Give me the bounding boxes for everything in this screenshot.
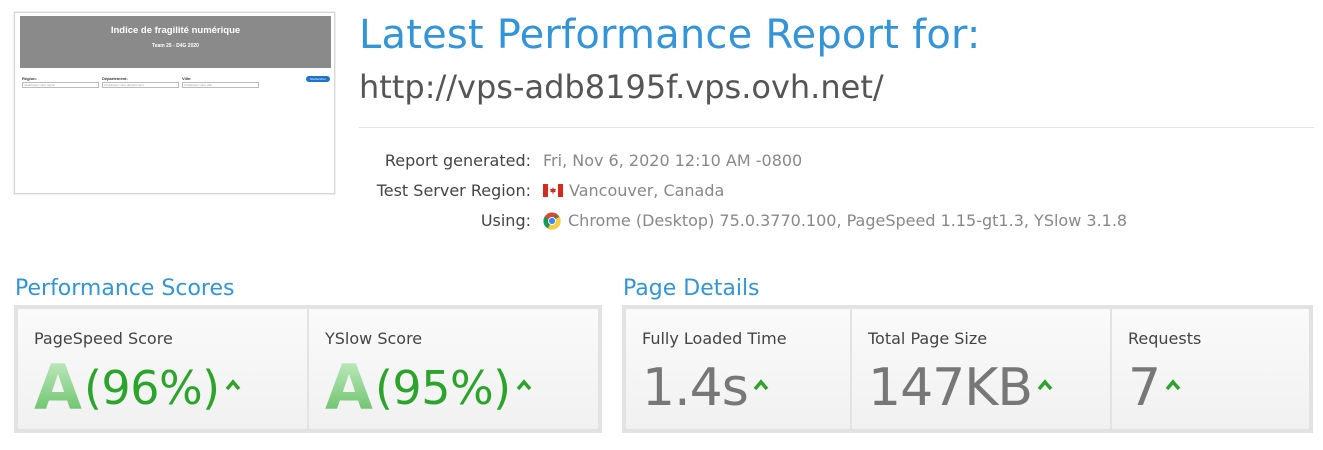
pagespeed-score-card: PageSpeed Score A (96%) <box>18 309 307 429</box>
meta-report-generated: Report generated: Fri, Nov 6, 2020 12:10… <box>359 151 1314 173</box>
chevron-up-icon <box>753 379 769 391</box>
yslow-score-value: A (95%) <box>325 355 532 421</box>
requests-value: 7 <box>1128 355 1181 421</box>
meta-label: Test Server Region: <box>376 181 531 200</box>
fully-loaded-time-card: Fully Loaded Time 1.4s <box>626 309 850 429</box>
page-details-heading: Page Details <box>623 276 760 301</box>
region-name: Vancouver, Canada <box>569 181 725 200</box>
thumbnail-field-box: Choisissez votre ville <box>182 82 259 88</box>
load-time: 1.4s <box>642 358 749 418</box>
total-page-size-value: 147KB <box>868 355 1053 421</box>
meta-using: Using: Chrome (Desktop) 75.0.3770.100, P… <box>359 211 1314 233</box>
fully-loaded-time-value: 1.4s <box>642 355 769 421</box>
requests-label: Requests <box>1128 329 1202 348</box>
total-page-size-card: Total Page Size 147KB <box>852 309 1110 429</box>
page-details-panel: Fully Loaded Time 1.4s Total Page Size 1… <box>622 305 1313 433</box>
thumbnail-field-label: Région: <box>22 76 37 81</box>
pagespeed-percent: (96%) <box>83 361 220 415</box>
page-screenshot-thumbnail: Indice de fragilité numérique Team 25 - … <box>14 12 335 194</box>
request-count: 7 <box>1128 358 1161 418</box>
meta-label: Report generated: <box>384 151 531 170</box>
thumbnail-field-region: Région: Choisissez votre région <box>22 76 99 88</box>
thumbnail-field-box: Choisissez votre région <box>22 82 99 88</box>
page-size: 147KB <box>868 358 1033 418</box>
chevron-up-icon <box>516 379 531 391</box>
yslow-score-card: YSlow Score A (95%) <box>309 309 598 429</box>
thumbnail-field-box: Choisissez votre département <box>102 82 179 88</box>
thumbnail-title: Indice de fragilité numérique <box>110 25 241 36</box>
pagespeed-score-label: PageSpeed Score <box>34 329 173 348</box>
browser-info: Chrome (Desktop) 75.0.3770.100, PageSpee… <box>568 211 1128 230</box>
yslow-score-label: YSlow Score <box>325 329 423 348</box>
meta-value: Chrome (Desktop) 75.0.3770.100, PageSpee… <box>543 211 1127 230</box>
chevron-up-icon <box>225 379 240 391</box>
total-page-size-label: Total Page Size <box>868 329 988 348</box>
thumbnail-subtitle: Team 25 - D4G 2020 <box>152 43 199 49</box>
report-title: Latest Performance Report for: <box>359 12 981 58</box>
pagespeed-score-value: A (96%) <box>34 355 241 421</box>
chevron-up-icon <box>1037 379 1053 391</box>
fully-loaded-time-label: Fully Loaded Time <box>642 329 787 348</box>
chevron-up-icon <box>1165 379 1181 391</box>
performance-scores-heading: Performance Scores <box>15 276 235 301</box>
yslow-percent: (95%) <box>374 361 511 415</box>
thumbnail-field-department: Département: Choisissez votre départemen… <box>102 76 179 88</box>
performance-scores-panel: PageSpeed Score A (96%) YSlow Score A (9… <box>14 305 602 433</box>
canada-flag-icon <box>543 184 563 197</box>
thumbnail-banner: Indice de fragilité numérique Team 25 - … <box>20 16 331 68</box>
report-date: Fri, Nov 6, 2020 12:10 AM -0800 <box>543 151 803 170</box>
divider <box>359 127 1314 128</box>
meta-value: Vancouver, Canada <box>543 181 724 200</box>
thumbnail-field-city: Ville: Choisissez votre ville <box>182 76 259 88</box>
chrome-icon <box>543 212 561 230</box>
meta-label: Using: <box>480 211 531 230</box>
thumbnail-field-label: Département: <box>102 76 128 81</box>
requests-card: Requests 7 <box>1112 309 1309 429</box>
pagespeed-grade: A <box>34 351 82 424</box>
meta-value: Fri, Nov 6, 2020 12:10 AM -0800 <box>543 151 802 170</box>
report-url: http://vps-adb8195f.vps.ovh.net/ <box>359 68 884 106</box>
yslow-grade: A <box>325 351 373 424</box>
thumbnail-field-label: Ville: <box>182 76 192 81</box>
meta-server-region: Test Server Region: Vancouver, Canada <box>359 181 1314 203</box>
thumbnail-search-button: Rechercher <box>306 76 330 82</box>
thumbnail-content: Indice de fragilité numérique Team 25 - … <box>20 16 331 191</box>
